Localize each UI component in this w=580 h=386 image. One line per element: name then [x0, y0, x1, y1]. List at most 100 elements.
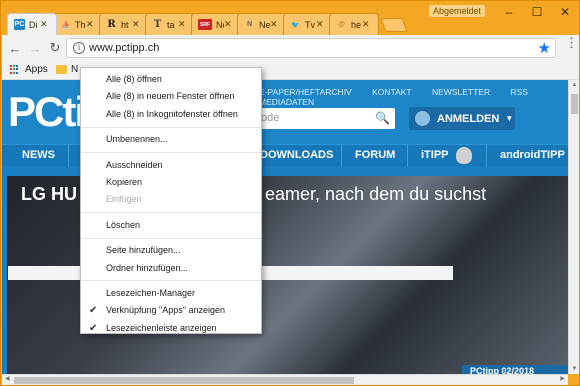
twitter-favicon-icon: 🐦: [291, 21, 300, 29]
menu-rename[interactable]: Umbenennen...: [81, 131, 261, 148]
top-link-newsletter[interactable]: NEWSLETTER: [432, 87, 490, 97]
scroll-left-icon[interactable]: ◀: [5, 375, 10, 382]
nav-androidtipp[interactable]: androidTIPP: [500, 149, 565, 161]
forward-button[interactable]: →: [26, 39, 44, 57]
menu-separator: [81, 212, 261, 214]
maximize-button[interactable]: ☐: [523, 1, 551, 23]
menu-show-bookmarks-bar[interactable]: ✔ Lesezeichenleiste anzeigen: [81, 320, 261, 337]
scroll-up-icon[interactable]: ▲: [570, 82, 579, 88]
hero-title-left[interactable]: LG HU: [21, 184, 77, 205]
bookmark-folder[interactable]: N: [56, 64, 78, 75]
srf-favicon-icon: SRF: [198, 19, 212, 30]
tab-close-icon[interactable]: ✕: [132, 19, 142, 30]
site-search-input[interactable]: ode 🔍: [257, 108, 395, 129]
top-link-kontakt[interactable]: KONTAKT: [372, 87, 412, 97]
menu-show-apps-shortcut[interactable]: ✔ Verknüpfung "Apps" anzeigen: [81, 302, 261, 319]
bookmark-star-icon[interactable]: ★: [538, 39, 551, 57]
back-button[interactable]: ←: [6, 39, 24, 57]
tab-label: he: [351, 19, 362, 30]
title-bar: Abgemeldet – ☐ ✕ PC Di ✕ ⛵ Th ✕ R ht ✕ T…: [1, 1, 579, 35]
pctipp-favicon-icon: PC: [14, 19, 25, 30]
menu-separator: [81, 280, 261, 282]
menu-separator: [81, 237, 261, 239]
login-label: ANMELDEN: [437, 112, 500, 125]
apple-icon: [456, 147, 472, 164]
tab-7[interactable]: 🐦 Tv ✕: [283, 13, 333, 35]
menu-bookmark-manager[interactable]: Lesezeichen-Manager: [81, 285, 261, 302]
nav-itipp[interactable]: iTIPP: [421, 149, 449, 161]
tab-5[interactable]: SRF Ne ✕: [191, 13, 241, 35]
login-button[interactable]: ANMELDEN ▼: [409, 107, 515, 130]
tab-label: Tv: [305, 19, 315, 30]
close-button[interactable]: ✕: [551, 1, 579, 23]
t-favicon-icon: T: [153, 19, 162, 30]
tab-label: ht: [121, 19, 129, 30]
horizontal-scrollbar[interactable]: ◀ ▶: [2, 374, 568, 385]
toolbar: ← → ↻ i www.pctipp.ch ★ ⋮: [2, 35, 579, 61]
search-icon[interactable]: 🔍: [375, 111, 390, 125]
menu-add-folder[interactable]: Ordner hinzufügen...: [81, 260, 261, 277]
nav-downloads[interactable]: DOWNLOADS: [260, 149, 333, 161]
menu-cut[interactable]: Ausschneiden: [81, 157, 261, 174]
menu-paste: Einfügen: [106, 194, 142, 205]
nav-divider: [407, 145, 408, 167]
signed-out-badge[interactable]: Abgemeldet: [429, 5, 486, 17]
apps-grid-icon: [10, 64, 20, 75]
browser-menu-icon[interactable]: ⋮: [565, 36, 578, 49]
tab-2[interactable]: ⛵ Th ✕: [53, 13, 103, 35]
top-link-mediadaten[interactable]: MEDIADATEN: [259, 97, 314, 107]
top-link-rss[interactable]: RSS: [510, 87, 527, 97]
tab-label: Th: [75, 19, 86, 30]
apps-label: Apps: [25, 64, 48, 75]
url-text[interactable]: www.pctipp.ch: [89, 42, 159, 54]
tab-close-icon[interactable]: ✕: [86, 19, 96, 30]
issue-badge[interactable]: PCtipp 02/2018: [462, 365, 568, 374]
tab-pctipp[interactable]: PC Di ✕: [7, 13, 57, 35]
new-tab-button[interactable]: [380, 18, 408, 32]
menu-delete[interactable]: Löschen: [81, 217, 261, 234]
folder-icon: [56, 65, 67, 74]
top-link-epaper[interactable]: E-PAPER/HEFTARCHIV: [259, 87, 352, 97]
menu-open-all-incognito[interactable]: Alle (8) in Inkognitofenster öffnen: [81, 106, 261, 123]
address-bar[interactable]: i www.pctipp.ch ★: [66, 38, 556, 58]
user-icon: [415, 111, 430, 126]
info-icon[interactable]: i: [73, 42, 85, 54]
menu-open-all[interactable]: Alle (8) öffnen: [81, 71, 261, 88]
menu-add-page[interactable]: Seite hinzufügen...: [81, 242, 261, 259]
tab-6[interactable]: N Ne ✕: [237, 13, 287, 35]
menu-item-label: Verknüpfung "Apps" anzeigen: [106, 305, 225, 316]
reload-button[interactable]: ↻: [46, 39, 64, 57]
tab-8[interactable]: @ he ✕: [329, 13, 379, 35]
apps-shortcut[interactable]: Apps: [10, 64, 48, 75]
menu-open-all-new-window[interactable]: Alle (8) in neuem Fenster öffnen: [81, 88, 261, 105]
tab-4[interactable]: T ta ✕: [145, 13, 195, 35]
nav-news[interactable]: NEWS: [22, 149, 55, 161]
tab-close-icon[interactable]: ✕: [40, 19, 50, 30]
tab-close-icon[interactable]: ✕: [224, 19, 234, 30]
horizontal-scroll-thumb[interactable]: [14, 377, 354, 384]
vertical-scrollbar[interactable]: ▲ ▼: [568, 80, 579, 374]
search-placeholder: ode: [261, 112, 280, 124]
window-controls: – ☐ ✕: [495, 1, 579, 25]
tab-label: Di: [29, 19, 38, 30]
menu-separator: [81, 152, 261, 154]
tab-close-icon[interactable]: ✕: [270, 19, 280, 30]
menu-item-label: Lesezeichenleiste anzeigen: [106, 322, 217, 333]
at-favicon-icon: @: [338, 21, 345, 28]
hero-title-right[interactable]: eamer, nach dem du suchst: [265, 184, 486, 205]
tab-close-icon[interactable]: ✕: [362, 19, 372, 30]
vertical-scroll-thumb[interactable]: [571, 94, 578, 114]
boat-favicon-icon: ⛵: [61, 21, 70, 29]
scroll-down-icon[interactable]: ▼: [570, 366, 579, 372]
tab-3[interactable]: R ht ✕: [99, 13, 149, 35]
nav-divider: [341, 145, 342, 167]
tab-close-icon[interactable]: ✕: [316, 19, 326, 30]
nav-forum[interactable]: FORUM: [355, 149, 395, 161]
scroll-right-icon[interactable]: ▶: [560, 375, 565, 382]
tab-close-icon[interactable]: ✕: [178, 19, 188, 30]
menu-copy[interactable]: Kopieren: [81, 174, 261, 191]
browser-window: Abgemeldet – ☐ ✕ PC Di ✕ ⛵ Th ✕ R ht ✕ T…: [0, 0, 580, 386]
nav-divider: [68, 145, 69, 167]
tab-strip: PC Di ✕ ⛵ Th ✕ R ht ✕ T ta ✕ SRF Ne: [7, 13, 408, 35]
minimize-button[interactable]: –: [495, 1, 523, 23]
